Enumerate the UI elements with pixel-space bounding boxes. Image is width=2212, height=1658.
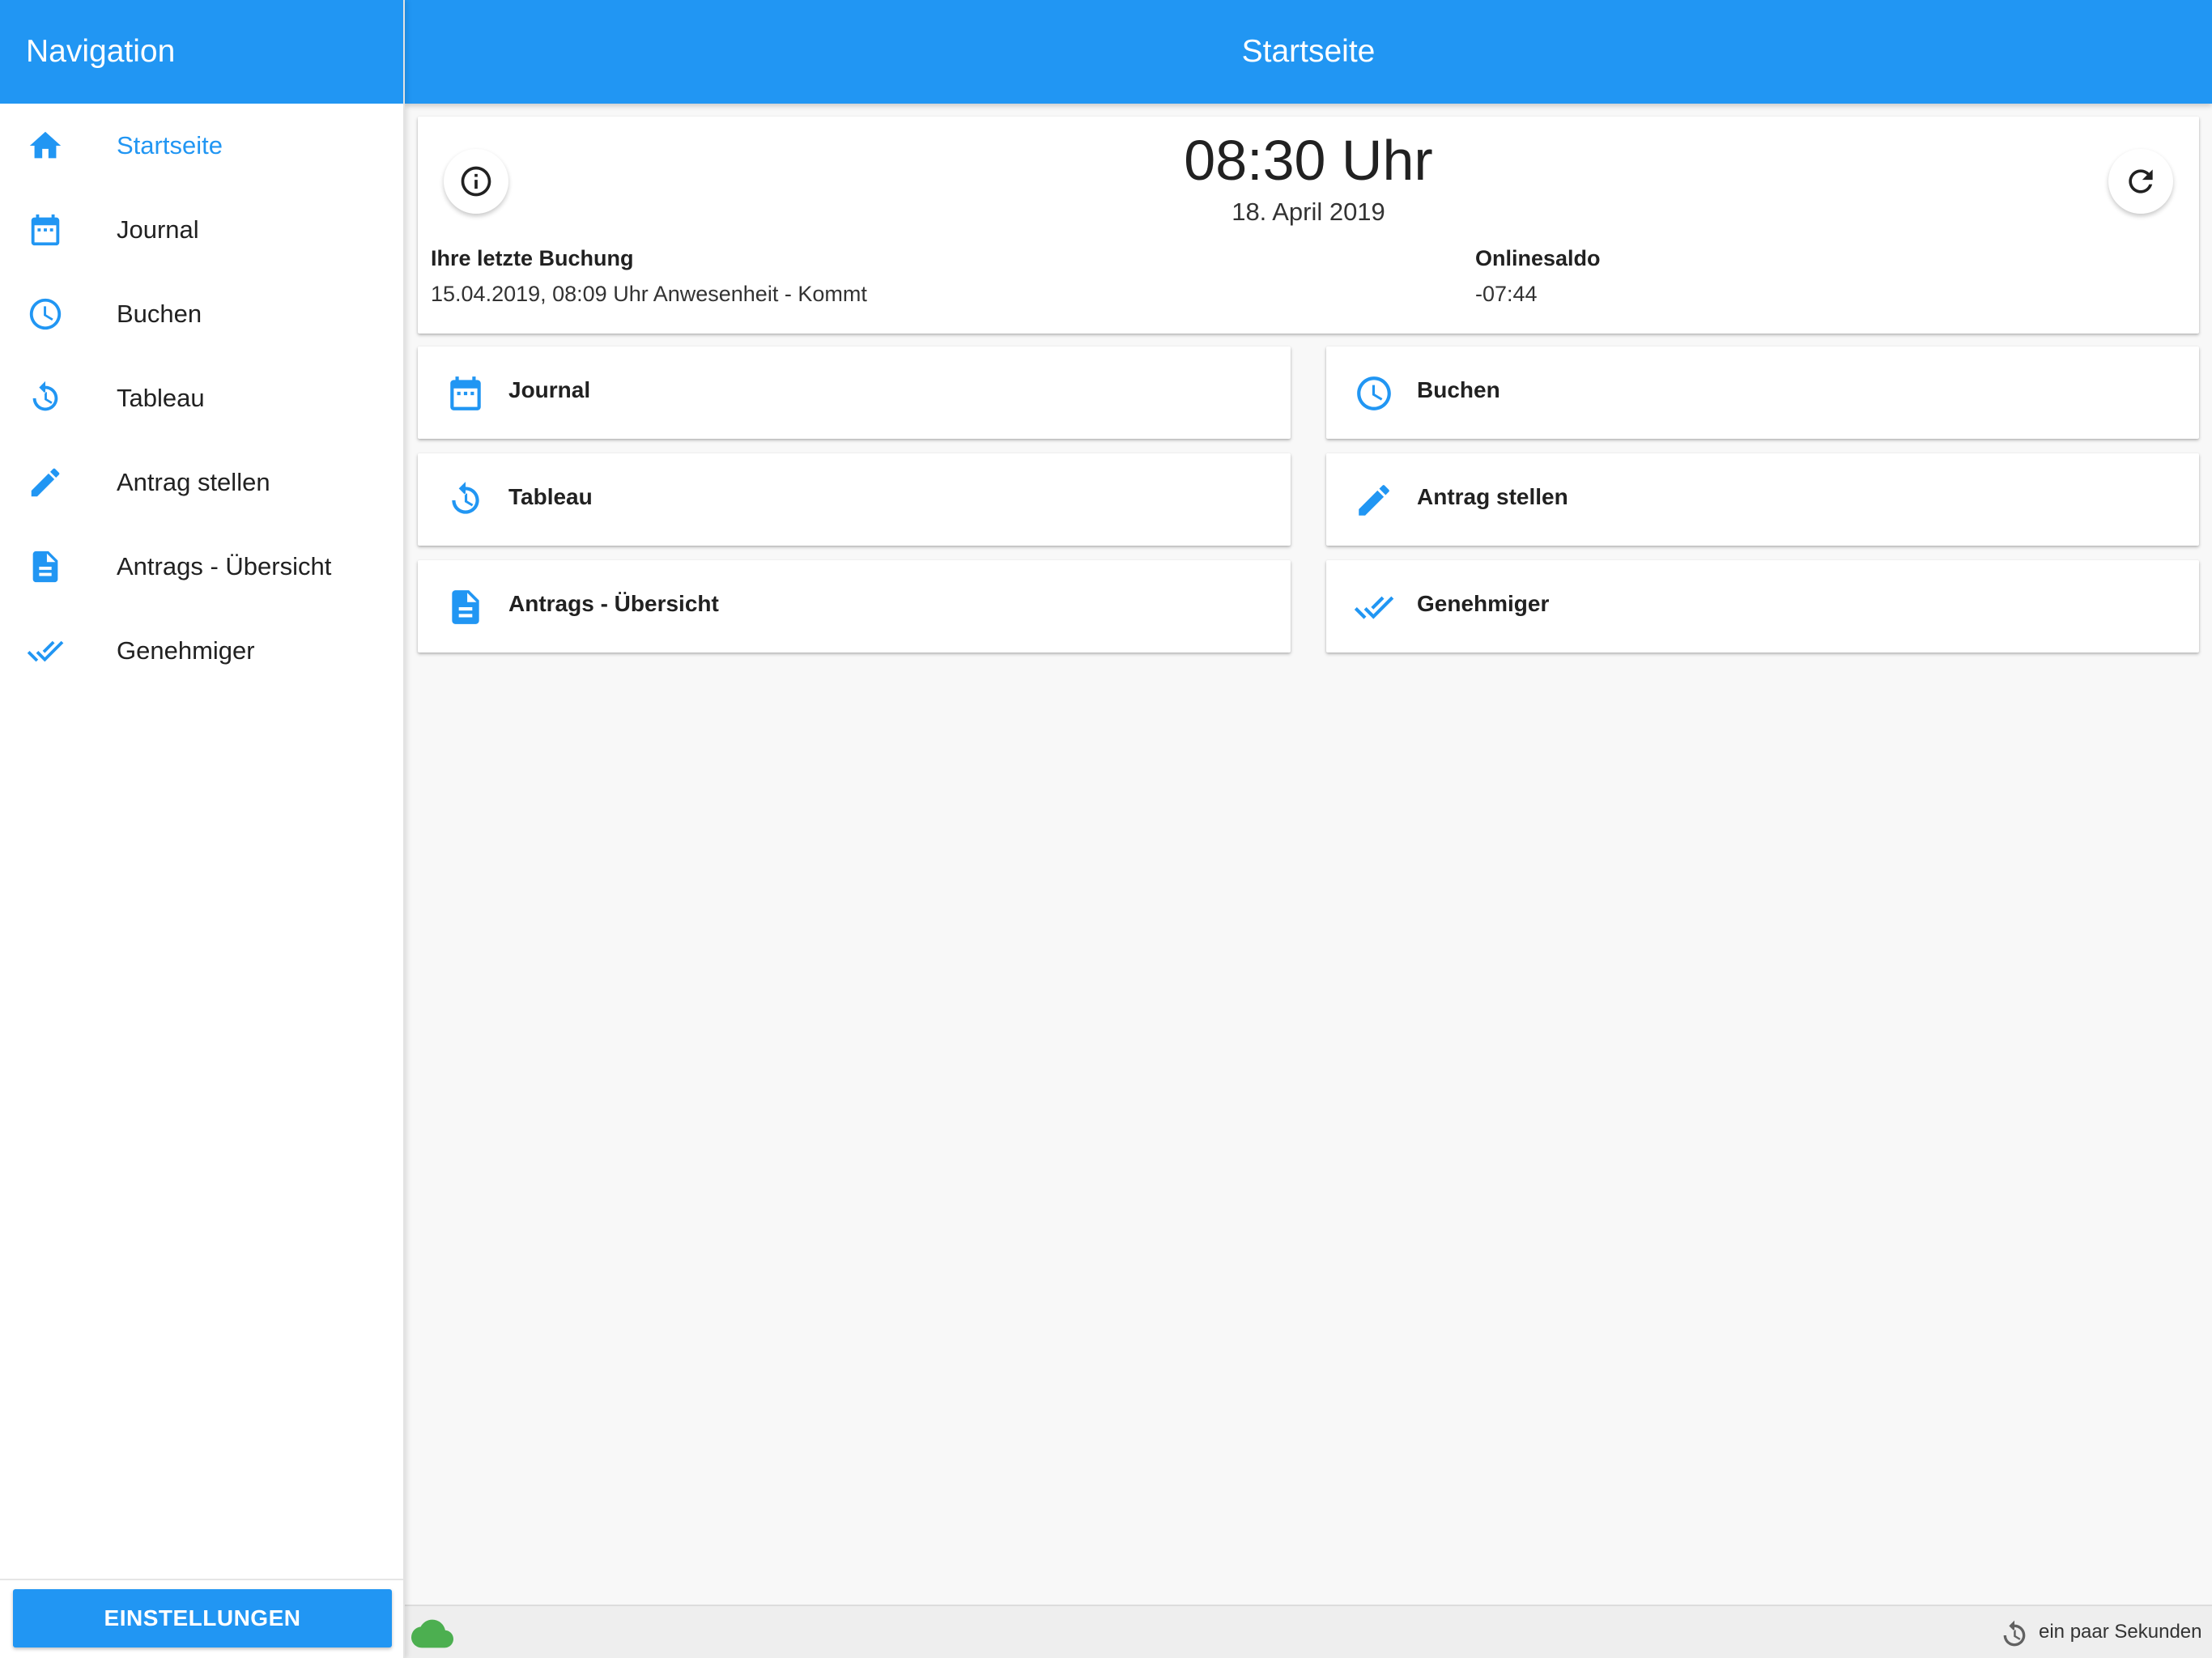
history-icon [445, 480, 486, 521]
sidebar-item-antrags-uebersicht[interactable]: Antrags - Übersicht [0, 525, 403, 609]
calendar-icon [445, 373, 486, 414]
cloud-icon [411, 1618, 453, 1650]
refresh-button[interactable] [2108, 149, 2173, 214]
drawer-title: Navigation [0, 0, 403, 104]
tile-buchen[interactable]: Buchen [1326, 346, 2199, 439]
sidebar-item-journal[interactable]: Journal [0, 188, 403, 272]
history-icon [26, 379, 65, 418]
last-booking-value: 15.04.2019, 08:09 Uhr Anwesenheit - Komm… [431, 282, 867, 306]
sidebar-item-label: Antrag stellen [117, 468, 270, 496]
app-root: Navigation Startseite Journal Buchen Tab… [0, 0, 2212, 1658]
home-icon [26, 126, 65, 165]
document-icon [445, 587, 486, 627]
page-title: Startseite [405, 0, 2212, 104]
last-booking-heading: Ihre letzte Buchung [431, 246, 634, 270]
double-check-icon [26, 631, 65, 670]
sidebar-item-label: Journal [117, 215, 199, 244]
tile-label: Journal [508, 377, 591, 402]
sidebar-item-label: Buchen [117, 300, 202, 328]
refresh-icon [2129, 169, 2153, 193]
clock-icon [1354, 373, 1394, 414]
tile-tableau[interactable]: Tableau [418, 453, 1291, 546]
tile-journal[interactable]: Journal [418, 346, 1291, 439]
sidebar-item-startseite[interactable]: Startseite [0, 104, 403, 188]
tile-label: Buchen [1417, 377, 1500, 402]
calendar-icon [26, 210, 65, 249]
document-icon [26, 547, 65, 586]
sidebar-item-genehmiger[interactable]: Genehmiger [0, 609, 403, 693]
sidebar-item-antrag-stellen[interactable]: Antrag stellen [0, 440, 403, 525]
history-icon [1998, 1619, 2031, 1652]
pencil-icon [26, 463, 65, 502]
current-time: 08:30 Uhr [1184, 129, 1433, 192]
pencil-icon [1354, 480, 1394, 521]
tile-genehmiger[interactable]: Genehmiger [1326, 560, 2199, 653]
tile-antrag-stellen[interactable]: Antrag stellen [1326, 453, 2199, 546]
sidebar-item-label: Startseite [117, 131, 223, 159]
saldo-heading: Onlinesaldo [1475, 246, 1601, 270]
time-info-card: 08:30 Uhr 18. April 2019 Ihre letzte Buc… [418, 117, 2199, 334]
saldo-value: -07:44 [1475, 282, 1538, 306]
navigation-drawer: Navigation Startseite Journal Buchen Tab… [0, 0, 405, 1658]
status-bar: ein paar Sekunden [405, 1605, 2212, 1658]
sidebar-item-label: Genehmiger [117, 636, 255, 665]
tile-label: Antrags - Übersicht [508, 591, 719, 616]
sidebar-item-tableau[interactable]: Tableau [0, 356, 403, 440]
double-check-icon [1354, 587, 1394, 627]
current-date: 18. April 2019 [1231, 198, 1385, 226]
sidebar-item-buchen[interactable]: Buchen [0, 272, 403, 356]
tile-label: Tableau [508, 484, 593, 509]
drawer-divider [0, 1579, 403, 1580]
clock-icon [26, 295, 65, 334]
tile-antrags-uebersicht[interactable]: Antrags - Übersicht [418, 560, 1291, 653]
sidebar-item-label: Antrags - Übersicht [117, 552, 332, 580]
tile-label: Antrag stellen [1417, 484, 1568, 509]
settings-button[interactable]: EINSTELLUNGEN [13, 1589, 392, 1647]
sidebar-item-label: Tableau [117, 384, 205, 412]
tile-label: Genehmiger [1417, 591, 1550, 616]
last-sync-text: ein paar Sekunden [2039, 1621, 2202, 1643]
